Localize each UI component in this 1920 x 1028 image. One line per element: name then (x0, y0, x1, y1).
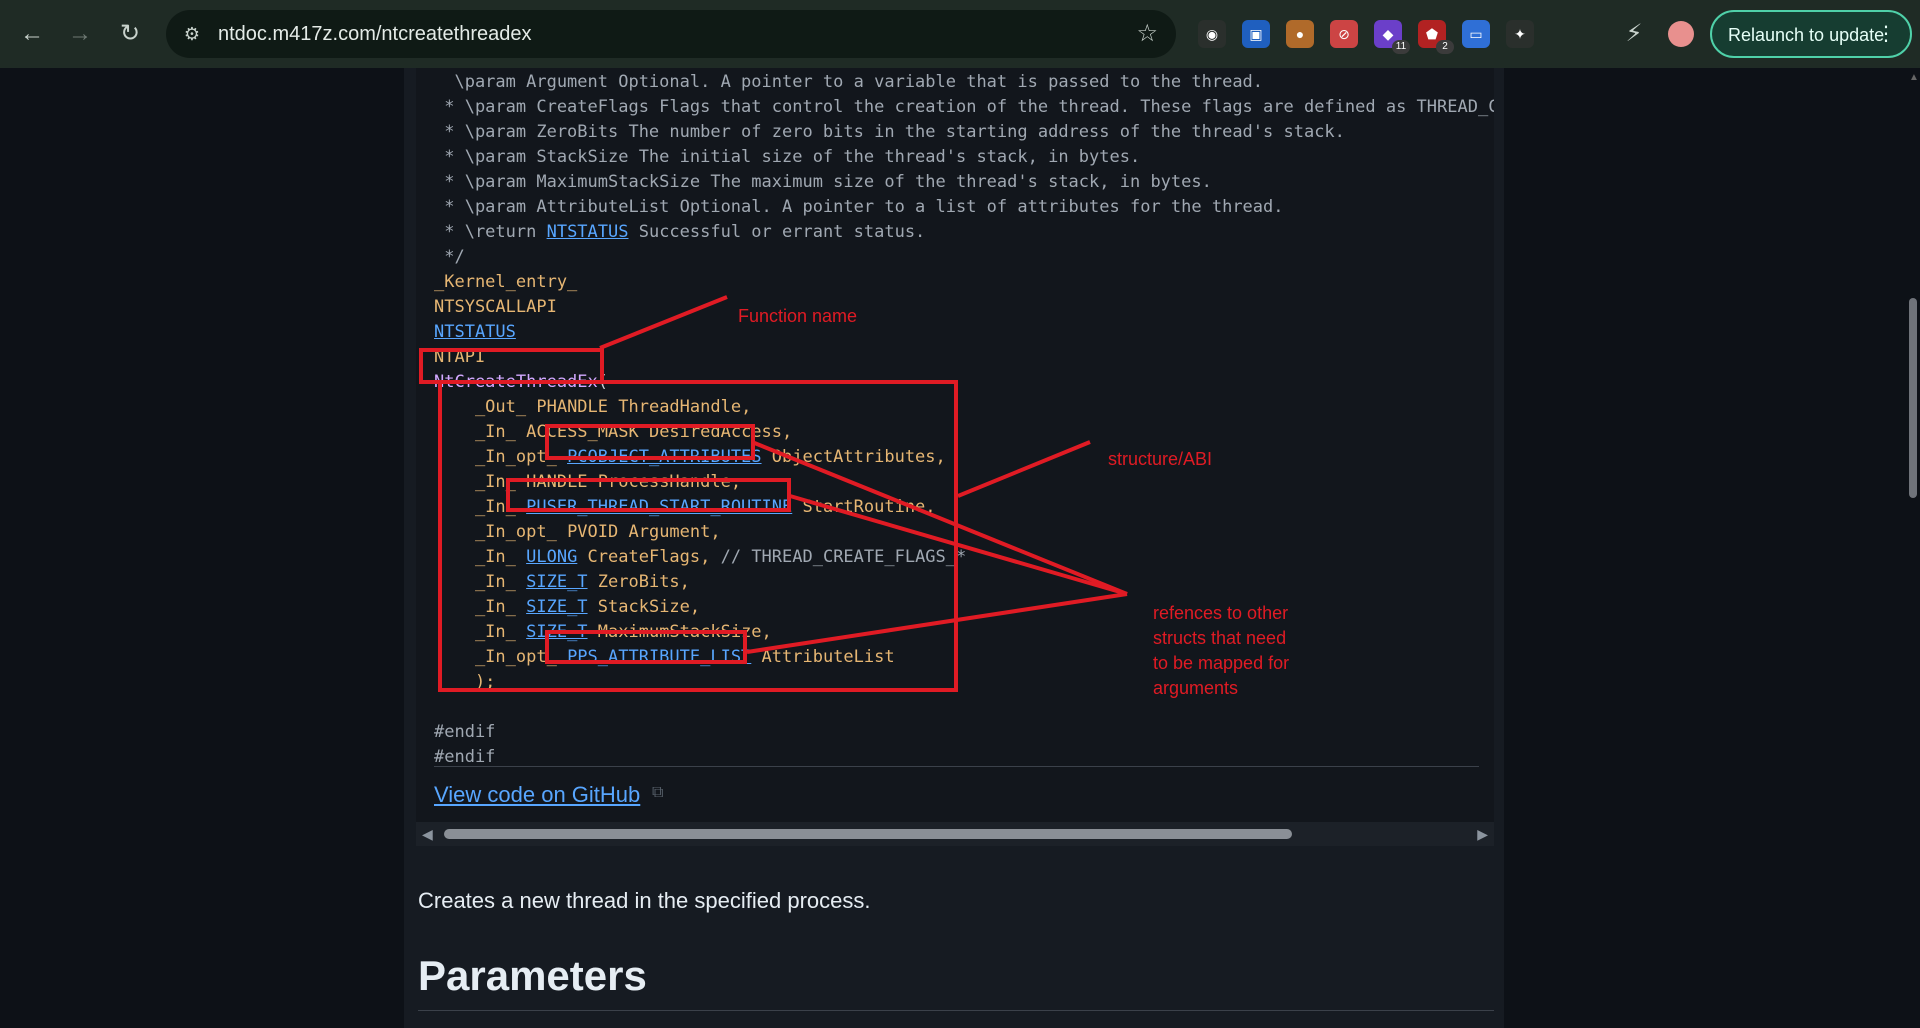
structure-abi-label: structure/ABI (1108, 449, 1213, 469)
code-comment-line: * \param MaximumStackSize The maximum si… (434, 172, 1212, 192)
relaunch-label: Relaunch to update (1728, 25, 1885, 45)
ntstatus-return-link[interactable]: NTSTATUS (434, 322, 516, 342)
site-settings-icon[interactable]: ⚙ (180, 22, 204, 46)
back-arrow-icon[interactable]: ← (18, 20, 46, 48)
performance-icon[interactable]: ⚡ (1620, 20, 1648, 48)
url-text[interactable]: ntdoc.m417z.com/ntcreatethreadex (218, 22, 532, 46)
code-comment-line: * \return (434, 222, 547, 242)
vertical-scrollbar-thumb[interactable] (1909, 298, 1917, 498)
references-label: refences to other structs that need to b… (1153, 603, 1290, 698)
function-description: Creates a new thread in the specified pr… (418, 888, 871, 913)
forward-arrow-icon[interactable]: → (66, 20, 94, 48)
cookie-icon[interactable]: ● (1286, 20, 1314, 48)
kernel-entry-macro: _Kernel_entry_ (434, 272, 578, 292)
shield-extension-icon[interactable]: ⬟ 2 (1418, 20, 1454, 54)
browser-toolbar: ← → ↻ ⚙ ntdoc.m417z.com/ntcreatethreadex… (0, 0, 1920, 68)
code-comment-end: */ (434, 247, 465, 267)
scrollbar-thumb[interactable] (444, 829, 1292, 839)
scroll-right-icon[interactable]: ▶ (1477, 826, 1488, 843)
pps-attribute-list-box (545, 630, 747, 664)
bookmark-star-icon[interactable]: ☆ (1136, 20, 1158, 48)
endif-directive: #endif (434, 722, 496, 742)
vertical-scrollbar[interactable]: ▲ (1906, 68, 1920, 1028)
puzzle-icon[interactable]: ✦ (1506, 20, 1534, 48)
code-comment-line: * \param AttributeList Optional. A point… (434, 197, 1284, 217)
tab-manager-icon[interactable]: ▭ (1462, 20, 1490, 48)
external-link-icon: ⧉ (652, 784, 664, 801)
relaunch-button[interactable]: Relaunch to update ⋮ (1710, 10, 1912, 58)
puser-thread-start-routine-box (506, 478, 791, 512)
view-on-github-link[interactable]: View code on GitHub (434, 780, 640, 810)
function-name-box (419, 348, 604, 384)
scroll-left-icon[interactable]: ◀ (422, 826, 433, 843)
password-manager-icon[interactable]: ▣ (1242, 20, 1270, 48)
heading-divider (418, 1010, 1494, 1011)
scroll-up-icon[interactable]: ▲ (1909, 72, 1919, 83)
parameters-heading: Parameters (418, 952, 647, 999)
endif-directive: #endif (434, 747, 496, 767)
purple-extension-icon[interactable]: ◆ 11 (1374, 20, 1410, 54)
function-name-label: Function name (738, 306, 858, 326)
ntstatus-link[interactable]: NTSTATUS (547, 222, 629, 242)
spy-glasses-icon[interactable]: ◉ (1198, 20, 1226, 48)
code-comment-line: * \param CreateFlags Flags that control … (434, 97, 1494, 117)
extension-badge: 2 (1436, 40, 1454, 54)
syscall-api-macro: NTSYSCALLAPI (434, 297, 557, 317)
address-bar[interactable]: ⚙ ntdoc.m417z.com/ntcreatethreadex ☆ (166, 10, 1176, 58)
code-divider (434, 766, 1479, 767)
extension-badge: 11 (1392, 40, 1410, 54)
ad-block-icon[interactable]: ⊘ (1330, 20, 1358, 48)
profile-avatar[interactable] (1668, 21, 1694, 47)
more-menu-icon[interactable]: ⋮ (1876, 23, 1896, 45)
pcobject-attributes-box (545, 424, 755, 460)
code-comment-line: \param Argument Optional. A pointer to a… (434, 72, 1264, 92)
code-comment-line: Successful or errant status. (628, 222, 926, 242)
code-comment-line: * \param ZeroBits The number of zero bit… (434, 122, 1345, 142)
reload-icon[interactable]: ↻ (116, 20, 144, 48)
code-comment-line: * \param StackSize The initial size of t… (434, 147, 1141, 167)
horizontal-scrollbar[interactable]: ◀ ▶ (416, 822, 1494, 846)
